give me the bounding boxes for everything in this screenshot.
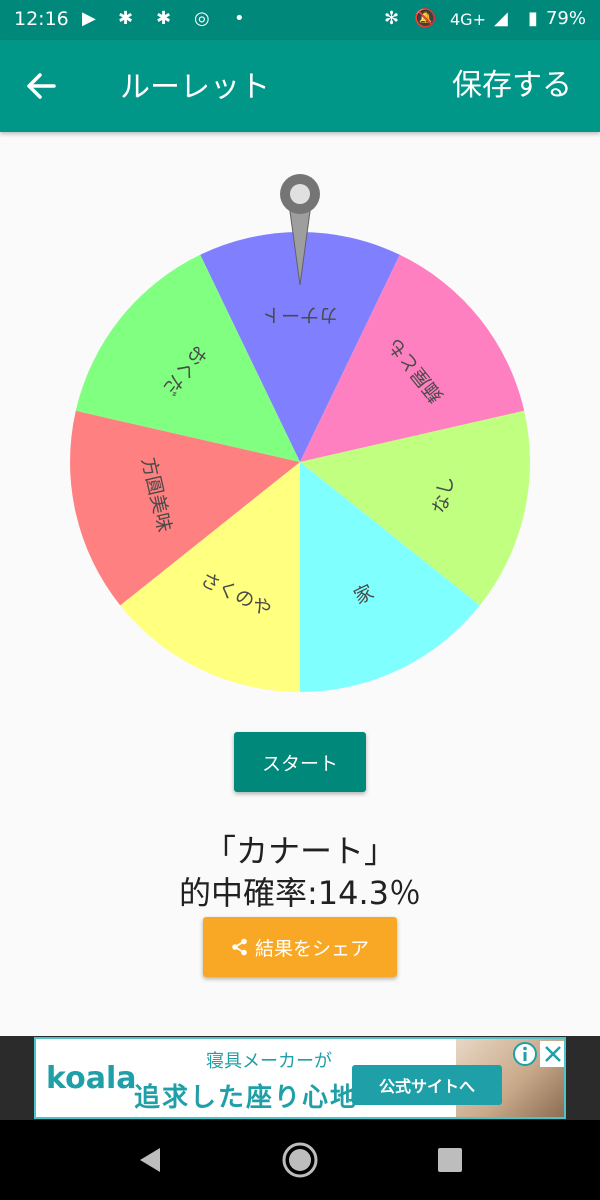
ad-headline: 寝具メーカーが (206, 1051, 332, 1072)
ad-close-icon[interactable] (540, 1041, 566, 1067)
ad-subheadline: 追求した座り心地 (134, 1083, 359, 1113)
save-button[interactable]: 保存する (452, 60, 572, 104)
result-text: 「カナート」 (203, 832, 396, 870)
back-button[interactable] (20, 60, 64, 110)
nav-recents-icon[interactable] (428, 1138, 472, 1182)
network-type: 4G+ (450, 10, 486, 29)
roulette-wheel[interactable]: カナート麺屋ともなし家さくのや方圓美味おくだ (0, 132, 600, 712)
signal-icon: ◢ (494, 8, 508, 29)
roulette-area: カナート 麺屋とも なし家さくのや 方圓美味 おくだ (0, 132, 600, 712)
nfc-icon: ◎ (194, 8, 210, 29)
battery-icon: ▮ (528, 8, 538, 29)
nav-home-icon[interactable] (278, 1138, 322, 1182)
ad-banner[interactable]: koala 寝具メーカーが 追求した座り心地 公式サイトへ (34, 1037, 566, 1119)
nav-back-icon[interactable] (128, 1138, 172, 1182)
ad-info-icon[interactable] (512, 1041, 538, 1067)
ad-logo: koala (46, 1061, 137, 1096)
notification-app-icon-2: ✱ (156, 8, 172, 29)
notification-app-icon: ✱ (118, 8, 134, 29)
app-bar: ルーレット 保存する (0, 40, 600, 132)
ad-cta-button[interactable]: 公式サイトへ (352, 1065, 502, 1105)
roulette-segment-label: カナート (262, 304, 338, 326)
share-button[interactable]: 結果をシェア (203, 917, 397, 977)
navigation-bar (0, 1120, 600, 1200)
play-icon: ▶ (82, 8, 96, 29)
status-time: 12:16 (14, 8, 69, 30)
page-title: ルーレット (120, 70, 270, 105)
battery-percentage: 79% (545, 8, 586, 29)
back-arrow-icon (27, 73, 56, 99)
start-button[interactable]: スタート (234, 732, 366, 792)
bluetooth-icon: ✻ (384, 8, 400, 29)
share-button-label: 結果をシェア (254, 937, 369, 960)
share-icon (232, 938, 247, 956)
mute-icon: 🔕 (414, 8, 437, 29)
status-bar: 12:16 ▶ ✱ ✱ ◎ • ✻ 🔕 4G+ ◢ ▮ 79% (0, 0, 600, 40)
more-notifications-icon: • (234, 8, 245, 29)
probability-text: 的中確率:14.3％ (178, 874, 422, 912)
